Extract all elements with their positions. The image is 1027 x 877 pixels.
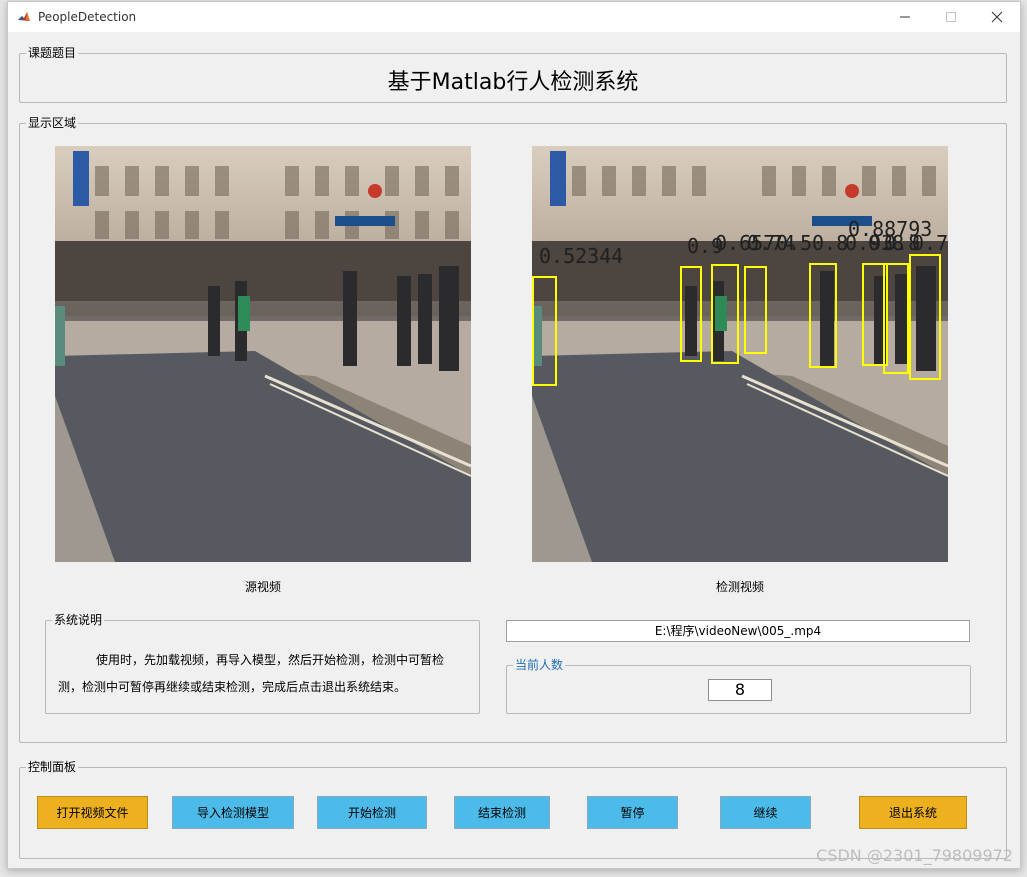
topic-panel: 课题题目 基于Matlab行人检测系统 xyxy=(19,46,1007,103)
close-icon xyxy=(991,11,1003,23)
close-button[interactable] xyxy=(974,2,1020,32)
open-video-button[interactable]: 打开视频文件 xyxy=(37,796,148,829)
detection-video-image: 0.52344 0.9 0.657 0.74 0.5 0.8 0.93 0.8 … xyxy=(532,146,948,562)
file-path-field[interactable]: E:\程序\videoNew\005_.mp4 xyxy=(506,620,970,642)
control-panel-label: 控制面板 xyxy=(26,760,79,774)
exit-button[interactable]: 退出系统 xyxy=(859,796,967,829)
description-text: 使用时，先加载视频，再导入模型，然后开始检测，检测中可暂检测，检测中可暂停再继续… xyxy=(58,653,445,694)
start-detect-button[interactable]: 开始检测 xyxy=(317,796,427,829)
maximize-button[interactable] xyxy=(928,2,974,32)
topic-panel-label: 课题题目 xyxy=(26,46,79,60)
count-panel: 当前人数 8 xyxy=(506,658,971,714)
display-panel-label: 显示区域 xyxy=(26,116,79,130)
pause-button[interactable]: 暂停 xyxy=(587,796,678,829)
detection-score: 0.72 xyxy=(912,231,948,255)
end-detect-button[interactable]: 结束检测 xyxy=(454,796,550,829)
minimize-button[interactable] xyxy=(882,2,928,32)
description-panel: 系统说明 使用时，先加载视频，再导入模型，然后开始检测，检测中可暂检测，检测中可… xyxy=(45,613,480,714)
system-title: 基于Matlab行人检测系统 xyxy=(387,70,639,95)
source-video-frame xyxy=(55,146,471,562)
detection-video-frame: 0.52344 0.9 0.657 0.74 0.5 0.8 0.93 0.8 … xyxy=(532,146,948,562)
detection-score: 0.8 xyxy=(868,231,904,255)
detection-video-caption: 检测视频 xyxy=(715,580,764,594)
minimize-icon xyxy=(900,16,910,18)
app-window: PeopleDetection 课题题目 基于Matlab行人检测系统 显示区域 xyxy=(7,1,1021,869)
source-video-caption: 源视频 xyxy=(244,580,281,594)
people-count-field[interactable]: 8 xyxy=(708,679,772,701)
detection-score: 0.8 xyxy=(812,231,848,255)
csdn-watermark: CSDN @2301_79809972 xyxy=(816,846,1013,865)
matlab-app-icon xyxy=(17,10,31,24)
import-model-button[interactable]: 导入检测模型 xyxy=(172,796,294,829)
count-panel-label: 当前人数 xyxy=(513,658,566,672)
source-video-image xyxy=(55,146,471,562)
detection-score: 0.5 xyxy=(776,231,812,255)
window-title: PeopleDetection xyxy=(38,10,137,24)
detection-score: 0.52344 xyxy=(539,244,623,268)
title-bar[interactable]: PeopleDetection xyxy=(8,2,1020,32)
resume-button[interactable]: 继续 xyxy=(720,796,811,829)
description-panel-label: 系统说明 xyxy=(52,613,105,627)
maximize-icon xyxy=(946,12,956,22)
